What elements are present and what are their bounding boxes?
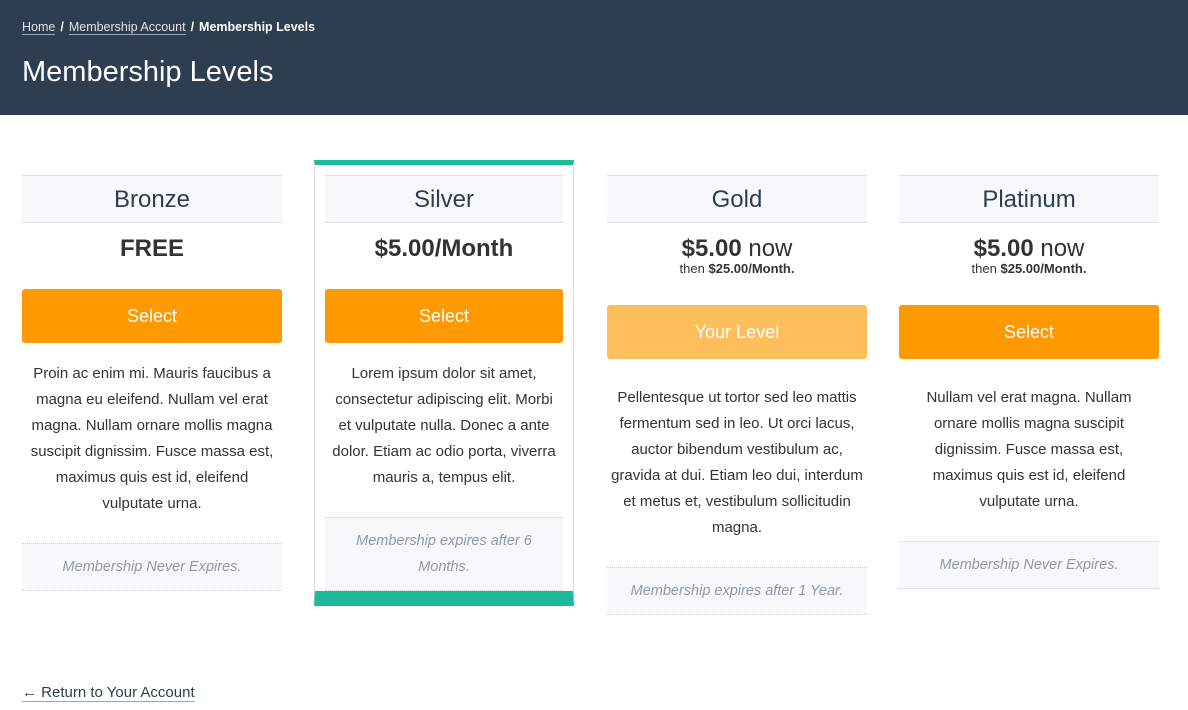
- level-price: FREE: [119, 235, 184, 262]
- level-card-bronze: Bronze FREE Select Proin ac enim mi. Mau…: [22, 175, 282, 591]
- level-expiration: Membership expires after 1 Year.: [607, 567, 867, 615]
- price-then-amount: $25.00/Month.: [1000, 261, 1087, 276]
- level-card-silver: Silver $5.00/Month Select Lorem ipsum do…: [314, 160, 574, 606]
- price-then-prefix: then: [971, 261, 997, 276]
- level-expiration: Membership expires after 6 Months.: [325, 517, 563, 591]
- breadcrumb-home-link[interactable]: Home: [22, 20, 56, 35]
- level-card-platinum: Platinum $5.00 now then $25.00/Month. Se…: [899, 175, 1159, 589]
- breadcrumb-separator: /: [190, 20, 195, 34]
- level-expiration: Membership Never Expires.: [22, 543, 282, 591]
- level-name: Platinum: [899, 175, 1159, 223]
- level-card-gold: Gold $5.00 now then $25.00/Month. Your L…: [607, 175, 867, 615]
- page-title: Membership Levels: [22, 56, 274, 88]
- level-description: Lorem ipsum dolor sit amet, consectetur …: [332, 365, 556, 486]
- level-name: Gold: [607, 175, 867, 223]
- your-level-button[interactable]: Your Level: [607, 305, 867, 359]
- level-description: Pellentesque ut tortor sed leo mattis fe…: [611, 389, 863, 536]
- breadcrumb-separator: /: [60, 20, 64, 34]
- price-amount: $5.00: [973, 235, 1034, 262]
- breadcrumb: Home / Membership Account / Membership Level…: [22, 20, 316, 35]
- price-now: now: [1040, 235, 1085, 262]
- price-amount: $5.00: [681, 235, 742, 262]
- price-now: now: [748, 235, 793, 262]
- level-price-then: then $25.00/Month.: [607, 261, 867, 279]
- level-name: Bronze: [22, 175, 282, 223]
- level-price-then: then $25.00/Month.: [899, 261, 1159, 279]
- level-expiration: Membership Never Expires.: [899, 541, 1159, 589]
- level-name: Silver: [325, 175, 563, 223]
- return-to-account-link[interactable]: ← Return to Your Account: [22, 684, 195, 702]
- level-price: $5.00/Month: [374, 235, 514, 262]
- breadcrumb-account-link[interactable]: Membership Account: [68, 20, 186, 35]
- breadcrumb-current: Membership Levels: [199, 20, 316, 34]
- page-header: Home / Membership Account / Membership Level…: [0, 0, 1188, 115]
- level-description: Proin ac enim mi. Mauris faucibus a magn…: [30, 365, 274, 512]
- price-then-prefix: then: [679, 261, 705, 276]
- select-silver-button[interactable]: Select: [325, 289, 563, 343]
- price-then-amount: $25.00/Month.: [708, 261, 795, 276]
- select-bronze-button[interactable]: Select: [22, 289, 282, 343]
- level-description: Nullam vel erat magna. Nullam ornare mol…: [926, 389, 1132, 510]
- select-platinum-button[interactable]: Select: [899, 305, 1159, 359]
